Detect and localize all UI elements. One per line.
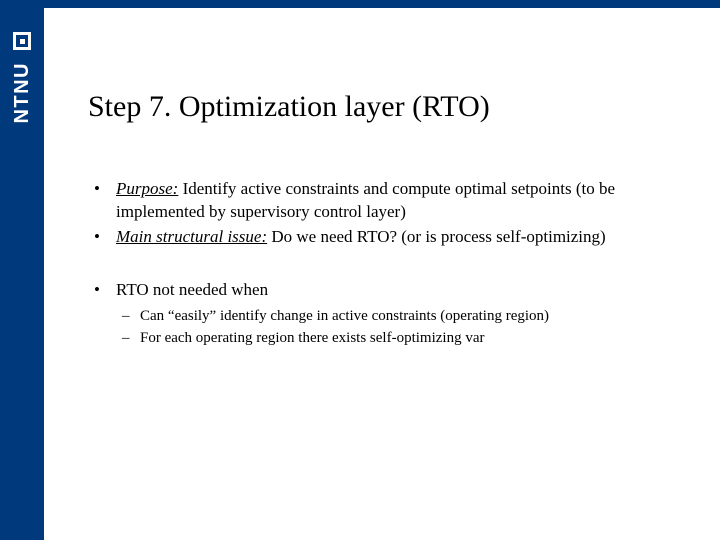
logo-icon xyxy=(13,32,31,50)
bullet-text: RTO not needed when xyxy=(116,280,268,299)
bullet-list: Purpose: Identify active constraints and… xyxy=(88,178,684,249)
bullet-text: Identify active constraints and compute … xyxy=(116,179,615,221)
bullet-item: Purpose: Identify active constraints and… xyxy=(88,178,684,224)
bullet-text: Do we need RTO? (or is process self-opti… xyxy=(267,227,606,246)
brand-sidebar: NTNU xyxy=(0,8,44,540)
brand-text: NTNU xyxy=(11,62,34,124)
bullet-label: Purpose: xyxy=(116,179,178,198)
page-number-line2: 6 xyxy=(10,509,26,524)
page-number-line1: 15 xyxy=(10,493,26,508)
page-number: 15 6 xyxy=(10,493,26,524)
sub-bullet-list: Can “easily” identify change in active c… xyxy=(116,306,684,349)
sub-bullet-item: Can “easily” identify change in active c… xyxy=(116,306,684,326)
bullet-item: RTO not needed when Can “easily” identif… xyxy=(88,279,684,348)
bullet-item: Main structural issue: Do we need RTO? (… xyxy=(88,226,684,249)
bullet-list: RTO not needed when Can “easily” identif… xyxy=(88,279,684,348)
spacer xyxy=(88,251,684,279)
sub-bullet-item: For each operating region there exists s… xyxy=(116,328,684,348)
slide: NTNU 15 6 Step 7. Optimization layer (RT… xyxy=(0,0,720,540)
slide-title: Step 7. Optimization layer (RTO) xyxy=(88,90,684,124)
content-area: Step 7. Optimization layer (RTO) Purpose… xyxy=(88,90,684,350)
bullet-label: Main structural issue: xyxy=(116,227,267,246)
